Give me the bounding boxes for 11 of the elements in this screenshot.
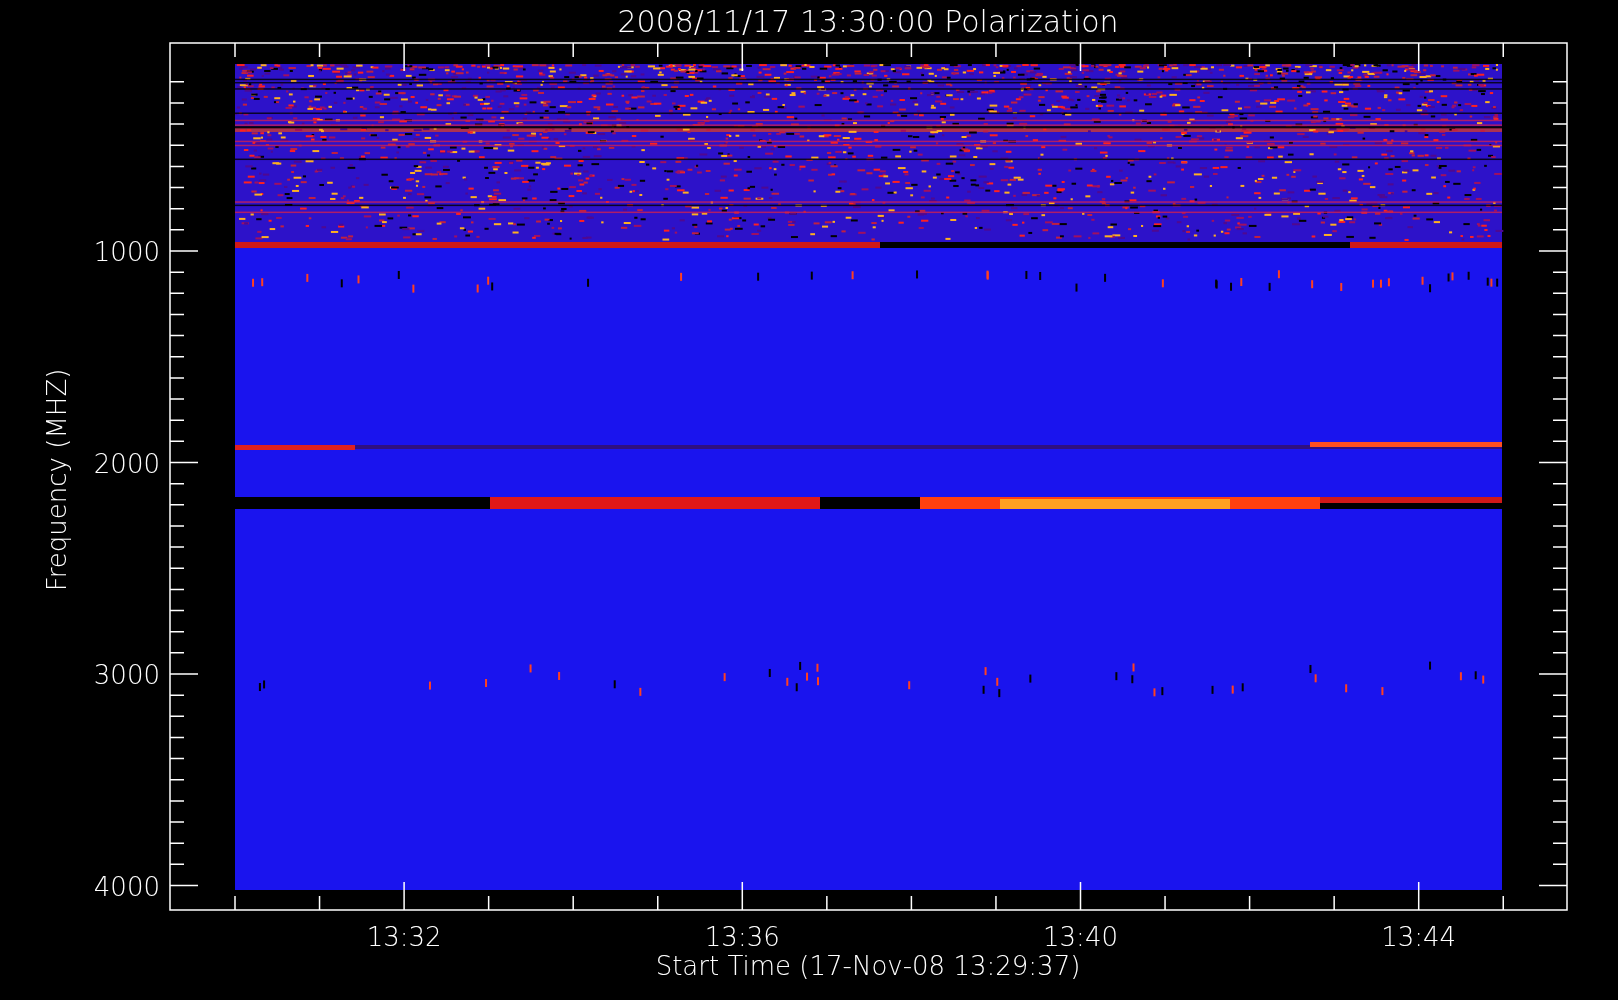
y-tick-label: 3000 bbox=[93, 660, 160, 690]
x-tick-label: 13:40 bbox=[1043, 922, 1118, 952]
y-tick-label: 4000 bbox=[93, 871, 160, 902]
x-tick-label: 13:36 bbox=[704, 922, 780, 952]
x-tick-label: 13:32 bbox=[366, 922, 442, 952]
x-tick-label: 13:44 bbox=[1381, 922, 1457, 952]
x-axis-label: Start Time (17-Nov-08 13:29:37) bbox=[655, 951, 1081, 981]
y-tick-label: 1000 bbox=[93, 237, 160, 267]
plot-title: 2008/11/17 13:30:00 Polarization bbox=[617, 4, 1119, 39]
y-tick-label: 2000 bbox=[93, 448, 160, 479]
y-axis-label: Frequency (MHZ) bbox=[42, 368, 72, 592]
